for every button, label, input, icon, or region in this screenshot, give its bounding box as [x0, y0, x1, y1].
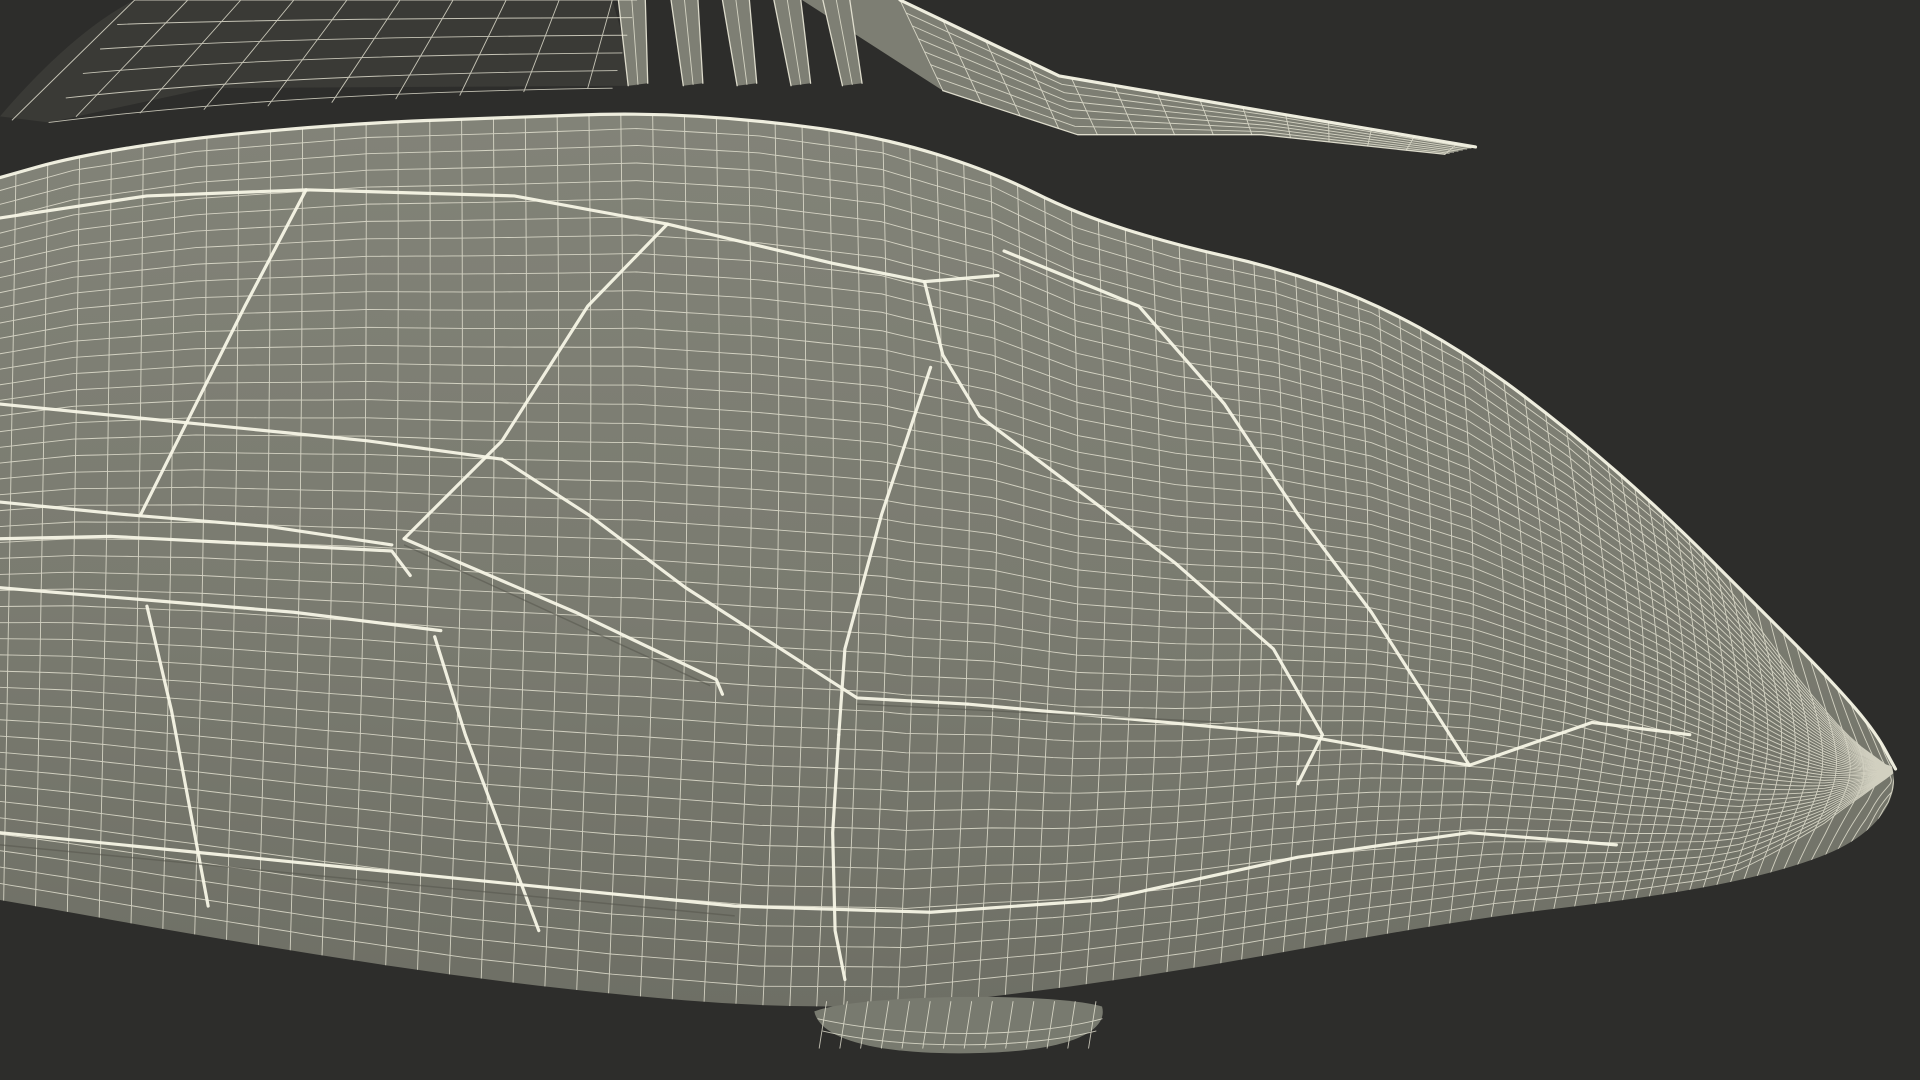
render-viewport [0, 0, 1920, 1080]
wireframe-aircraft-render [0, 0, 1920, 1080]
